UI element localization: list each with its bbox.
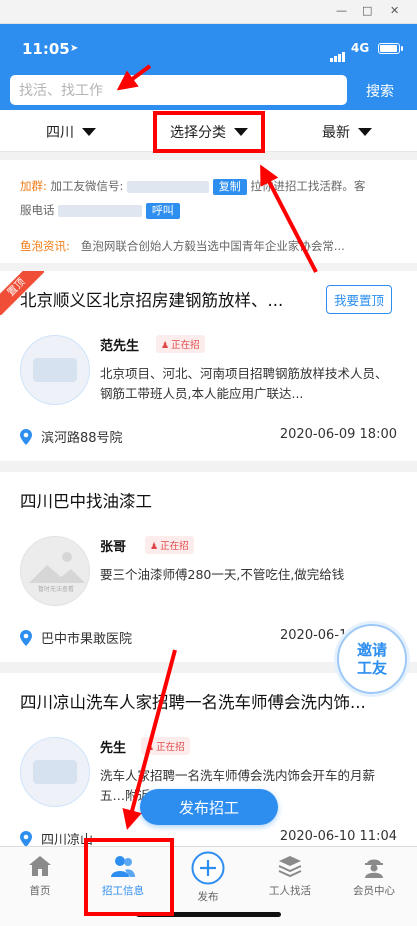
close-button[interactable]: ✕ (390, 4, 399, 17)
job-date: 2020-06-10 11:04 (279, 829, 397, 844)
avatar (20, 335, 90, 405)
worker-icon (365, 859, 383, 878)
highlight-jobs-tab (84, 838, 174, 916)
avatar (20, 737, 90, 807)
news-label: 鱼泡资讯: (20, 239, 70, 253)
group-text-b: 拉你进招工找活群。客 (250, 179, 366, 193)
invite-workers-button[interactable]: 邀请工友 (337, 624, 407, 694)
person-icon: ♟ (161, 341, 170, 351)
tab-member-label: 会员中心 (353, 885, 395, 897)
person-icon: ♟ (146, 743, 155, 753)
redacted-wechat (127, 180, 210, 193)
battery-tip (401, 46, 403, 51)
search-input[interactable] (10, 75, 347, 105)
triangle-down-icon (358, 128, 372, 136)
job-title: 四川凉山洗车人家招聘一名洗车师傅会洗内饰... (20, 693, 366, 712)
call-button[interactable]: 呼叫 (145, 202, 180, 219)
job-location: 巴中市果敢医院 (20, 628, 132, 647)
pin-to-top-button[interactable]: 我要置顶 (326, 285, 393, 314)
redacted-phone (58, 204, 143, 217)
job-date: 2020-06-1 (280, 628, 348, 643)
tab-find-work-label: 工人找活 (269, 885, 311, 897)
group-notice: 加群: 加工友微信号: 复制 拉你进招工找活群。客 服电话 呼叫 (20, 174, 400, 222)
app-frame: — □ ✕ 11:05 ➤ 4G 搜索 四川 选择分类 最新 加群: 加工友微信 (0, 0, 417, 926)
job-location: 滨河路88号院 (20, 427, 123, 446)
copy-button[interactable]: 复制 (212, 178, 247, 195)
job-description: 要三个油漆师傅280一天,不管吃住,做完给钱 (100, 567, 345, 582)
image-placeholder-icon (29, 552, 85, 583)
location-arrow-icon: ➤ (70, 43, 79, 54)
status-time: 11:05 (22, 40, 70, 58)
job-card[interactable]: 置顶 北京顺义区北京招房建钢筋放样、... 我要置顶 范先生 ♟ 正在招 北京项目… (0, 271, 417, 461)
filter-sort-label: 最新 (322, 124, 350, 140)
tab-post[interactable]: 发布 (168, 851, 248, 904)
status-badge: ♟ 正在招 (141, 737, 190, 755)
post-job-button[interactable]: 发布招工 (140, 789, 278, 825)
contact-name: 张哥 (100, 540, 127, 555)
invite-label: 邀请工友 (356, 641, 387, 677)
job-date: 2020-06-09 18:00 (279, 427, 397, 442)
tab-home[interactable]: 首页 (0, 853, 80, 898)
map-pin-icon (20, 428, 32, 445)
avatar: 暂时无法查看 (20, 536, 90, 606)
tab-home-label: 首页 (29, 885, 51, 897)
window-titlebar: — □ ✕ (0, 0, 417, 24)
contact-name: 先生 (100, 741, 127, 756)
news-text: 鱼泡网联合创始人方毅当选中国青年企业家协会常... (80, 239, 345, 253)
group-text-a: 加工友微信号: (50, 179, 124, 193)
filter-region-label: 四川 (46, 124, 74, 140)
tab-post-label: 发布 (197, 891, 219, 903)
job-title: 四川巴中找油漆工 (20, 492, 152, 511)
highlight-category-filter (153, 111, 265, 153)
maximize-button[interactable]: □ (362, 4, 372, 17)
map-pin-icon (20, 629, 32, 646)
contact-name: 范先生 (100, 339, 140, 354)
plus-circle-icon (191, 851, 225, 885)
network-label: 4G (351, 41, 370, 55)
status-badge: ♟ 正在招 (156, 335, 205, 353)
battery-icon (378, 43, 400, 54)
tab-member[interactable]: 会员中心 (334, 853, 414, 898)
person-icon: ♟ (150, 542, 159, 552)
avatar-caption: 暂时无法查看 (37, 586, 74, 593)
tab-find-work[interactable]: 工人找活 (250, 853, 330, 898)
status-badge: ♟ 正在招 (145, 536, 194, 554)
app-header: 11:05 ➤ 4G 搜索 (0, 24, 417, 110)
triangle-down-icon (82, 128, 96, 136)
notice-panel: 加群: 加工友微信号: 复制 拉你进招工找活群。客 服电话 呼叫 鱼泡资讯: 鱼… (0, 160, 417, 263)
filter-sort[interactable]: 最新 (322, 122, 372, 142)
news-ticker[interactable]: 鱼泡资讯: 鱼泡网联合创始人方毅当选中国青年企业家协会常... (20, 238, 400, 254)
job-description: 北京项目、河北、河南项目招聘钢筋放样技术人员、钢筋工带班人员,本人能应用广联达.… (100, 366, 388, 401)
job-card[interactable]: 四川凉山洗车人家招聘一名洗车师傅会洗内饰... 先生 ♟ 正在招 洗车人家招聘一名… (0, 673, 417, 853)
service-text: 服电话 (20, 203, 55, 217)
filter-region[interactable]: 四川 (46, 122, 96, 142)
signal-icon (330, 43, 346, 62)
home-icon (29, 856, 51, 876)
stack-icon (278, 856, 302, 878)
search-button[interactable]: 搜索 (366, 81, 394, 101)
map-pin-icon (20, 830, 32, 847)
job-title: 北京顺义区北京招房建钢筋放样、... (20, 291, 284, 310)
group-label: 加群: (20, 179, 47, 193)
minimize-button[interactable]: — (336, 4, 347, 17)
